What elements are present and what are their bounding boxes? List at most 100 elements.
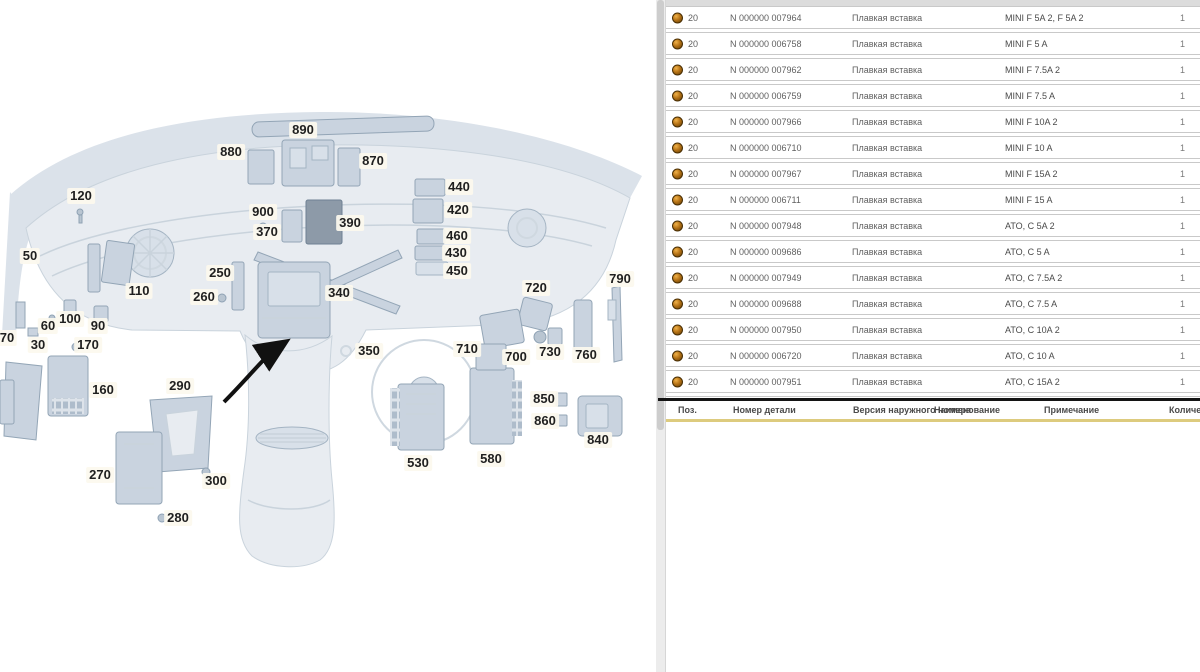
row-position: 20 [688, 195, 698, 205]
table-row[interactable]: 20N 000000 007966Плавкая вставкаMINI F 1… [666, 110, 1200, 133]
part-callout-880[interactable]: 880 [217, 144, 245, 160]
table-row[interactable]: 20N 000000 007949Плавкая вставкаATO, C 7… [666, 266, 1200, 289]
table-row[interactable]: 20N 000000 006711Плавкая вставкаMINI F 1… [666, 188, 1200, 211]
table-row[interactable]: 20N 000000 007950Плавкая вставкаATO, C 1… [666, 318, 1200, 341]
part-callout-420[interactable]: 420 [444, 202, 472, 218]
row-position: 20 [688, 351, 698, 361]
part-callout-50[interactable]: 50 [20, 248, 40, 264]
part-info-icon[interactable] [672, 12, 683, 23]
part-callout-850[interactable]: 850 [530, 391, 558, 407]
part-callout-760[interactable]: 760 [572, 347, 600, 363]
part-callout-870[interactable]: 870 [359, 153, 387, 169]
table-row[interactable]: 20N 000000 009688Плавкая вставкаATO, C 7… [666, 292, 1200, 315]
table-row[interactable]: 20N 000000 007962Плавкая вставкаMINI F 7… [666, 58, 1200, 81]
part-callout-260[interactable]: 260 [190, 289, 218, 305]
part-designation: Плавкая вставка [852, 143, 922, 153]
table-row[interactable]: 20N 000000 007951Плавкая вставкаATO, C 1… [666, 370, 1200, 393]
part-callout-710[interactable]: 710 [453, 341, 481, 357]
row-position: 20 [688, 91, 698, 101]
part-callout-110[interactable]: 110 [126, 283, 153, 299]
part-number: N 000000 006759 [730, 91, 802, 101]
part-number: N 000000 007949 [730, 273, 802, 283]
part-info-icon[interactable] [672, 324, 683, 335]
row-position: 20 [688, 13, 698, 23]
part-info-icon[interactable] [672, 194, 683, 205]
table-row[interactable]: 20N 000000 006710Плавкая вставкаMINI F 1… [666, 136, 1200, 159]
part-info-icon[interactable] [672, 246, 683, 257]
part-callout-340[interactable]: 340 [325, 285, 353, 301]
part-callout-900[interactable]: 900 [249, 204, 277, 220]
scrollbar-thumb[interactable] [657, 0, 664, 430]
part-callout-460[interactable]: 460 [443, 228, 471, 244]
part-designation: Плавкая вставка [852, 325, 922, 335]
part-callout-250[interactable]: 250 [206, 265, 234, 281]
part-callout-100[interactable]: 100 [56, 311, 84, 327]
table-row[interactable]: 20N 000000 006759Плавкая вставкаMINI F 7… [666, 84, 1200, 107]
part-callout-450[interactable]: 450 [443, 263, 471, 279]
part-info-icon[interactable] [672, 38, 683, 49]
part-callout-790[interactable]: 790 [606, 271, 634, 287]
table-row[interactable]: 20N 000000 006720Плавкая вставкаATO, C 1… [666, 344, 1200, 367]
part-callout-430[interactable]: 430 [442, 245, 470, 261]
table-row[interactable]: 20N 000000 007967Плавкая вставкаMINI F 1… [666, 162, 1200, 185]
part-callout-860[interactable]: 860 [531, 413, 559, 429]
table-row[interactable]: 20N 000000 006758Плавкая вставкаMINI F 5… [666, 32, 1200, 55]
part-info-icon[interactable] [672, 116, 683, 127]
row-position: 20 [688, 221, 698, 231]
part-callout-700[interactable]: 700 [502, 349, 530, 365]
part-number: N 000000 006720 [730, 351, 802, 361]
part-remark: MINI F 7.5A 2 [1005, 65, 1060, 75]
column-header: Наименование [934, 405, 1000, 415]
part-remark: MINI F 10 A [1005, 143, 1053, 153]
part-info-icon[interactable] [672, 220, 683, 231]
table-row[interactable]: 20N 000000 007964Плавкая вставкаMINI F 5… [666, 6, 1200, 29]
part-remark: ATO, C 7.5A 2 [1005, 273, 1062, 283]
table-header-row: Поз.Номер деталиВерсия наружного номераН… [666, 401, 1200, 419]
part-quantity: 1 [1180, 247, 1185, 257]
part-callout-890[interactable]: 890 [289, 122, 317, 138]
column-header: Поз. [678, 405, 697, 415]
part-info-icon[interactable] [672, 272, 683, 283]
part-callout-170[interactable]: 170 [74, 337, 102, 353]
part-callout-90[interactable]: 90 [88, 318, 108, 334]
part-callout-730[interactable]: 730 [536, 344, 564, 360]
part-info-icon[interactable] [672, 298, 683, 309]
part-callout-30[interactable]: 30 [28, 337, 48, 353]
part-callout-350[interactable]: 350 [355, 343, 383, 359]
part-remark: MINI F 10A 2 [1005, 117, 1058, 127]
row-position: 20 [688, 273, 698, 283]
part-number: N 000000 006758 [730, 39, 802, 49]
part-number: N 000000 007948 [730, 221, 802, 231]
part-designation: Плавкая вставка [852, 299, 922, 309]
part-info-icon[interactable] [672, 64, 683, 75]
part-callout-160[interactable]: 160 [89, 382, 117, 398]
part-info-icon[interactable] [672, 142, 683, 153]
part-callout-840[interactable]: 840 [584, 432, 612, 448]
part-callout-300[interactable]: 300 [202, 473, 230, 489]
part-callout-280[interactable]: 280 [164, 510, 192, 526]
table-row[interactable]: 20N 000000 007948Плавкая вставкаATO, C 5… [666, 214, 1200, 237]
vertical-scrollbar[interactable] [656, 0, 666, 672]
part-callout-270[interactable]: 270 [86, 467, 114, 483]
part-info-icon[interactable] [672, 90, 683, 101]
part-designation: Плавкая вставка [852, 377, 922, 387]
header-underline [666, 419, 1200, 422]
part-callout-580[interactable]: 580 [477, 451, 505, 467]
part-callout-530[interactable]: 530 [404, 455, 432, 471]
part-callout-720[interactable]: 720 [522, 280, 550, 296]
part-info-icon[interactable] [672, 376, 683, 387]
part-callout-60[interactable]: 60 [38, 318, 58, 334]
table-row[interactable]: 20N 000000 009686Плавкая вставкаATO, C 5… [666, 240, 1200, 263]
part-callout-290[interactable]: 290 [166, 378, 194, 394]
part-callout-370[interactable]: 370 [253, 224, 281, 240]
part-quantity: 1 [1180, 195, 1185, 205]
part-callout-120[interactable]: 120 [67, 188, 95, 204]
part-callout-70[interactable]: 70 [0, 330, 17, 346]
part-info-icon[interactable] [672, 350, 683, 361]
part-info-icon[interactable] [672, 168, 683, 179]
part-quantity: 1 [1180, 325, 1185, 335]
part-callout-390[interactable]: 390 [336, 215, 364, 231]
part-designation: Плавкая вставка [852, 221, 922, 231]
row-position: 20 [688, 65, 698, 75]
part-callout-440[interactable]: 440 [445, 179, 473, 195]
